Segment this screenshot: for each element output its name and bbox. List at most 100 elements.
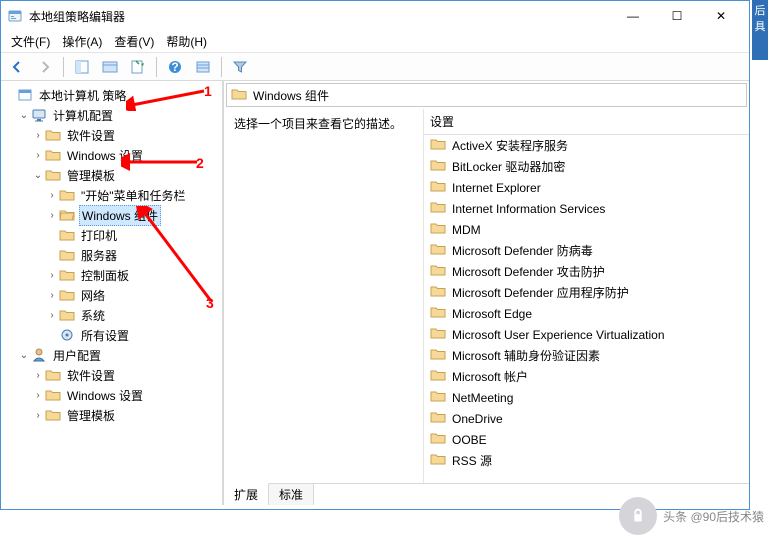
folder-icon bbox=[59, 187, 75, 203]
chevron-right-icon[interactable]: › bbox=[45, 270, 59, 281]
list-item[interactable]: ActiveX 安装程序服务 bbox=[424, 135, 749, 156]
column-header-settings[interactable]: 设置 bbox=[424, 109, 749, 135]
tree-all-settings[interactable]: 所有设置 bbox=[3, 325, 220, 345]
list-item[interactable]: Microsoft 辅助身份验证因素 bbox=[424, 345, 749, 366]
chevron-right-icon[interactable]: › bbox=[45, 310, 59, 321]
tree-windows-settings[interactable]: › Windows 设置 bbox=[3, 145, 220, 165]
folder-icon bbox=[45, 367, 61, 383]
tab-standard[interactable]: 标准 bbox=[269, 484, 314, 505]
tree-control-panel[interactable]: › 控制面板 bbox=[3, 265, 220, 285]
list-item-label: Microsoft Defender 攻击防护 bbox=[452, 263, 605, 280]
list-item[interactable]: Microsoft Defender 应用程序防护 bbox=[424, 282, 749, 303]
folder-icon bbox=[430, 220, 446, 239]
list-item[interactable]: RSS 源 bbox=[424, 450, 749, 471]
details-panel: Windows 组件 选择一个项目来查看它的描述。 设置 ActiveX 安装程… bbox=[223, 81, 749, 505]
list-item-label: ActiveX 安装程序服务 bbox=[452, 137, 568, 154]
list-item[interactable]: Microsoft Defender 攻击防护 bbox=[424, 261, 749, 282]
tree-label: 服务器 bbox=[79, 246, 119, 265]
menu-view[interactable]: 查看(V) bbox=[110, 31, 158, 52]
chevron-right-icon[interactable]: › bbox=[31, 130, 45, 141]
list-item[interactable]: OneDrive bbox=[424, 408, 749, 429]
tree-u-windows-settings[interactable]: › Windows 设置 bbox=[3, 385, 220, 405]
chevron-right-icon[interactable]: › bbox=[45, 190, 59, 201]
close-button[interactable]: ✕ bbox=[699, 2, 743, 30]
tree-label: 打印机 bbox=[79, 226, 119, 245]
chevron-down-icon[interactable]: ⌄ bbox=[17, 110, 31, 121]
tree-windows-components[interactable]: › Windows 组件 bbox=[3, 205, 220, 225]
tree-u-software-settings[interactable]: › 软件设置 bbox=[3, 365, 220, 385]
refresh-button[interactable] bbox=[126, 55, 150, 79]
folder-icon bbox=[45, 167, 61, 183]
tree-panel[interactable]: 1 2 3 本地计算机 策略 ⌄ 计算机配置 › 软件设置 › bbox=[1, 81, 223, 505]
tree-system[interactable]: › 系统 bbox=[3, 305, 220, 325]
chevron-right-icon[interactable]: › bbox=[45, 290, 59, 301]
list-item[interactable]: Microsoft 帐户 bbox=[424, 366, 749, 387]
list-item[interactable]: Microsoft User Experience Virtualization bbox=[424, 324, 749, 345]
options-button[interactable] bbox=[191, 55, 215, 79]
list-item[interactable]: MDM bbox=[424, 219, 749, 240]
app-window: 本地组策略编辑器 — ☐ ✕ 文件(F) 操作(A) 查看(V) 帮助(H) ?… bbox=[0, 0, 750, 510]
tree-label: 软件设置 bbox=[65, 126, 117, 145]
separator bbox=[156, 57, 157, 77]
list-item[interactable]: BitLocker 驱动器加密 bbox=[424, 156, 749, 177]
tree-u-admin-templates[interactable]: › 管理模板 bbox=[3, 405, 220, 425]
tab-extended[interactable]: 扩展 bbox=[224, 483, 269, 505]
tree-root[interactable]: 本地计算机 策略 bbox=[3, 85, 220, 105]
tree-start-taskbar[interactable]: › "开始"菜单和任务栏 bbox=[3, 185, 220, 205]
forward-button[interactable] bbox=[33, 55, 57, 79]
chevron-right-icon[interactable]: › bbox=[31, 150, 45, 161]
folder-icon bbox=[430, 430, 446, 449]
list-item-label: Internet Explorer bbox=[452, 181, 541, 195]
tree-label: 用户配置 bbox=[51, 346, 103, 365]
folder-icon bbox=[430, 367, 446, 386]
filter-button[interactable] bbox=[228, 55, 252, 79]
list-item[interactable]: Internet Explorer bbox=[424, 177, 749, 198]
chevron-right-icon[interactable]: › bbox=[31, 410, 45, 421]
list-item[interactable]: NetMeeting bbox=[424, 387, 749, 408]
folder-icon bbox=[59, 287, 75, 303]
folder-icon bbox=[59, 227, 75, 243]
chevron-right-icon[interactable]: › bbox=[31, 390, 45, 401]
tree-network[interactable]: › 网络 bbox=[3, 285, 220, 305]
back-button[interactable] bbox=[5, 55, 29, 79]
tree-printers[interactable]: 打印机 bbox=[3, 225, 220, 245]
tree-label: 系统 bbox=[79, 306, 107, 325]
menu-action[interactable]: 操作(A) bbox=[58, 31, 106, 52]
tree-software-settings[interactable]: › 软件设置 bbox=[3, 125, 220, 145]
tree-admin-templates[interactable]: ⌄ 管理模板 bbox=[3, 165, 220, 185]
location-text: Windows 组件 bbox=[253, 87, 329, 104]
folder-icon bbox=[45, 127, 61, 143]
folder-open-icon bbox=[59, 207, 75, 223]
folder-icon bbox=[59, 247, 75, 263]
tree-label: 控制面板 bbox=[79, 266, 131, 285]
list-item[interactable]: OOBE bbox=[424, 429, 749, 450]
folder-icon bbox=[430, 199, 446, 218]
tree-label: 管理模板 bbox=[65, 166, 117, 185]
folder-icon bbox=[45, 407, 61, 423]
menu-file[interactable]: 文件(F) bbox=[7, 31, 54, 52]
chevron-down-icon[interactable]: ⌄ bbox=[17, 350, 31, 361]
menu-help[interactable]: 帮助(H) bbox=[162, 31, 211, 52]
up-button[interactable] bbox=[70, 55, 94, 79]
maximize-button[interactable]: ☐ bbox=[655, 2, 699, 30]
list-item[interactable]: Microsoft Edge bbox=[424, 303, 749, 324]
tree-label: 软件设置 bbox=[65, 366, 117, 385]
show-hide-tree-button[interactable] bbox=[98, 55, 122, 79]
chevron-down-icon[interactable]: ⌄ bbox=[31, 170, 45, 181]
minimize-button[interactable]: — bbox=[611, 2, 655, 30]
chevron-right-icon[interactable]: › bbox=[31, 370, 45, 381]
tree-label: 网络 bbox=[79, 286, 107, 305]
toolbar: ? bbox=[1, 53, 749, 81]
tree-computer-config[interactable]: ⌄ 计算机配置 bbox=[3, 105, 220, 125]
list-item[interactable]: Microsoft Defender 防病毒 bbox=[424, 240, 749, 261]
tree-user-config[interactable]: ⌄ 用户配置 bbox=[3, 345, 220, 365]
list-pane[interactable]: 设置 ActiveX 安装程序服务 BitLocker 驱动器加密 Internet… bbox=[424, 109, 749, 483]
tree-server[interactable]: 服务器 bbox=[3, 245, 220, 265]
list-item-label: Microsoft User Experience Virtualization bbox=[452, 328, 665, 342]
tree-label: 计算机配置 bbox=[51, 106, 115, 125]
help-button[interactable]: ? bbox=[163, 55, 187, 79]
chevron-right-icon[interactable]: › bbox=[45, 210, 59, 221]
list-item-label: Microsoft 辅助身份验证因素 bbox=[452, 347, 600, 364]
titlebar: 本地组策略编辑器 — ☐ ✕ bbox=[1, 1, 749, 31]
list-item[interactable]: Internet Information Services bbox=[424, 198, 749, 219]
